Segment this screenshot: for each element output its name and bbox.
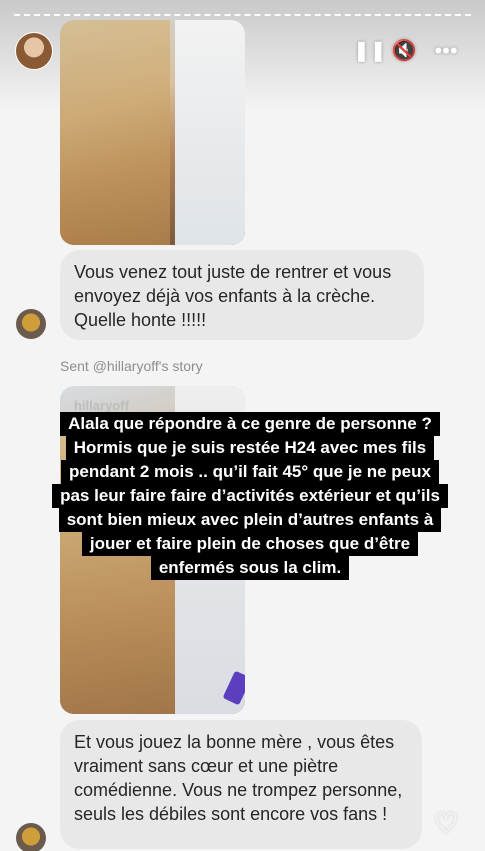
caption-line: enfermés sous la clim.	[26, 556, 474, 580]
sender-avatar[interactable]	[16, 309, 46, 339]
photo-background	[175, 20, 245, 245]
caption-line: sont bien mieux avec plein d’autres enfa…	[26, 508, 474, 532]
faded-username: hillaryoff	[74, 398, 129, 413]
heart-icon[interactable]: ♡	[430, 809, 462, 839]
mute-icon[interactable]: 🔇	[391, 38, 417, 64]
message-bubble: Et vous jouez la bonne mère , vous êtes …	[60, 720, 422, 849]
more-options-icon[interactable]: •••	[433, 38, 459, 64]
message-text: Vous venez tout juste de rentrer et vous…	[74, 262, 392, 330]
story-progress-bar	[14, 14, 471, 18]
message-text: Et vous jouez la bonne mère , vous êtes …	[74, 732, 403, 824]
sent-story-label: Sent @hillaryoff's story	[60, 358, 203, 374]
caption-overlay: Alala que répondre à ce genre de personn…	[26, 412, 474, 580]
profile-avatar[interactable]	[15, 32, 53, 70]
pause-icon[interactable]: ❚❚	[353, 38, 387, 64]
sender-avatar[interactable]	[16, 823, 46, 851]
story-image-1	[60, 20, 245, 245]
caption-line: jouer et faire plein de choses que d’êtr…	[26, 532, 474, 556]
caption-line: Hormis que je suis restée H24 avec mes f…	[26, 436, 474, 460]
photo-area	[60, 20, 170, 245]
caption-line: pas leur faire faire d’activités extérie…	[26, 484, 474, 508]
caption-line: pendant 2 mois .. qu’il fait 45° que je …	[26, 460, 474, 484]
caption-line: Alala que répondre à ce genre de personn…	[26, 412, 474, 436]
message-bubble: Vous venez tout juste de rentrer et vous…	[60, 250, 424, 340]
story-viewer: hillaryoff 5 h ❚❚ 🔇 ••• Vous venez tout …	[0, 0, 485, 851]
